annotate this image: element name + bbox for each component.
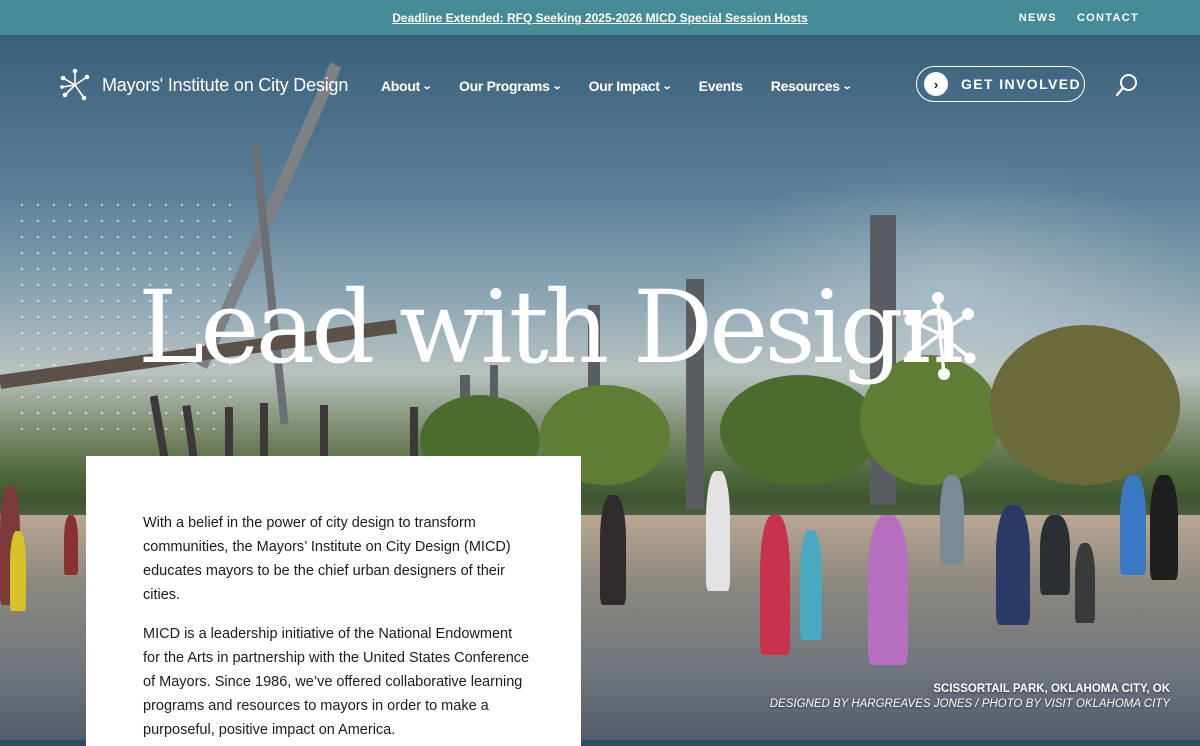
logo-text: Mayors' Institute on City Design (102, 74, 349, 95)
chevron-down-icon: ⌄ (841, 80, 853, 92)
site-header: Mayors' Institute on City Design About ⌄ … (0, 35, 1200, 135)
get-involved-label: GET INVOLVED (961, 76, 1081, 92)
spark-icon (60, 68, 90, 101)
chevron-down-icon: ⌄ (551, 80, 562, 92)
main-nav: About ⌄ Our Programs ⌄ Our Impact ⌄ Events … (381, 78, 853, 94)
utility-link-news[interactable]: NEWS (1019, 12, 1057, 24)
chevron-down-icon: ⌄ (421, 80, 433, 92)
chevron-right-icon: › (924, 72, 948, 96)
intro-paragraph-2: MICD is a leadership initiative of the N… (143, 626, 530, 738)
caption-credit: DESIGNED BY HARGREAVES JONES / PHOTO BY … (769, 698, 1170, 710)
nav-our-programs[interactable]: Our Programs ⌄ (459, 78, 562, 94)
nav-resources[interactable]: Resources ⌄ (771, 78, 853, 94)
nav-our-impact[interactable]: Our Impact ⌄ (589, 78, 673, 94)
site-logo[interactable]: Mayors' Institute on City Design (60, 68, 348, 102)
nav-events[interactable]: Events (699, 78, 743, 94)
get-involved-button[interactable]: › GET INVOLVED (916, 66, 1085, 102)
intro-paragraph-1: With a belief in the power of city desig… (143, 515, 511, 603)
spark-icon (904, 292, 976, 380)
caption-location: SCISSORTAIL PARK, OKLAHOMA CITY, OK (933, 683, 1170, 695)
hero-headline: Lead with Design (138, 269, 964, 386)
intro-card: With a belief in the power of city desig… (86, 456, 581, 746)
nav-about[interactable]: About ⌄ (381, 78, 433, 94)
utility-link-contact[interactable]: CONTACT (1077, 12, 1139, 24)
announcement-bar: Deadline Extended: RFQ Seeking 2025-2026… (0, 0, 1200, 35)
utility-nav: NEWS CONTACT (1019, 12, 1139, 24)
chevron-down-icon: ⌄ (661, 80, 672, 92)
search-icon[interactable] (1115, 73, 1139, 97)
photo-caption: SCISSORTAIL PARK, OKLAHOMA CITY, OK DESI… (770, 682, 1170, 712)
